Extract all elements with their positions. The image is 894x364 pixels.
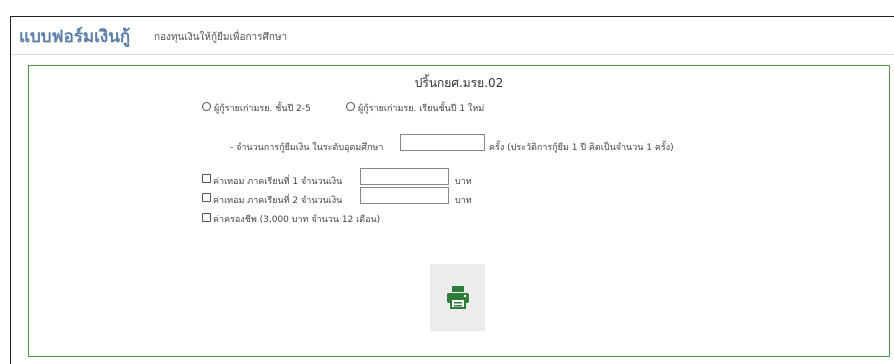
- page-header: แบบฟอร์มเงินกู้ กองทุนเงินให้กู้ยืมเพื่อ…: [11, 17, 894, 55]
- term1-fee-label: ค่าเทอม ภาคเรียนที่ 1 จำนวนเงิน: [213, 177, 343, 187]
- page-title: แบบฟอร์มเงินกู้: [19, 27, 131, 47]
- living-cost-checkbox[interactable]: [202, 213, 211, 222]
- loan-form-panel: ปริ้นกยศ.มรย.02 ผู้กู้รายเก่ามรย. ชั้นปี…: [28, 65, 890, 357]
- term1-fee-unit: บาท: [455, 177, 472, 187]
- radio-label-old-borrower-year-2-5: ผู้กู้รายเก่ามรย. ชั้นปี 2-5: [214, 104, 311, 114]
- term1-fee-input[interactable]: [360, 168, 449, 185]
- radio-old-borrower-year-2-5[interactable]: [202, 102, 211, 111]
- form-window: แบบฟอร์มเงินกู้ กองทุนเงินให้กู้ยืมเพื่อ…: [10, 16, 894, 364]
- print-button[interactable]: [430, 264, 485, 331]
- loan-count-label: - จำนวนการกู้ยืมเงิน ในระดับอุดมศึกษา: [230, 143, 384, 153]
- printer-icon: [447, 286, 469, 309]
- term2-fee-input[interactable]: [360, 187, 449, 204]
- radio-old-borrower-new-year-1[interactable]: [346, 102, 355, 111]
- form-title: ปริ้นกยศ.มรย.02: [414, 76, 504, 90]
- living-cost-label: ค่าครองชีพ (3,000 บาท จำนวน 12 เดือน): [213, 215, 381, 225]
- radio-label-old-borrower-new-year-1: ผู้กู้รายเก่ามรย. เรียนชั้นปี 1 ใหม่: [358, 104, 485, 114]
- loan-count-suffix: ครั้ง (ประวัติการกู้ยืม 1 ปี คิดเป็นจำนว…: [489, 143, 674, 153]
- page-subtitle: กองทุนเงินให้กู้ยืมเพื่อการศึกษา: [154, 32, 288, 43]
- term2-fee-checkbox[interactable]: [202, 193, 211, 202]
- loan-count-input[interactable]: [400, 134, 485, 151]
- term2-fee-label: ค่าเทอม ภาคเรียนที่ 2 จำนวนเงิน: [213, 196, 343, 206]
- term1-fee-checkbox[interactable]: [202, 174, 211, 183]
- term2-fee-unit: บาท: [455, 196, 472, 206]
